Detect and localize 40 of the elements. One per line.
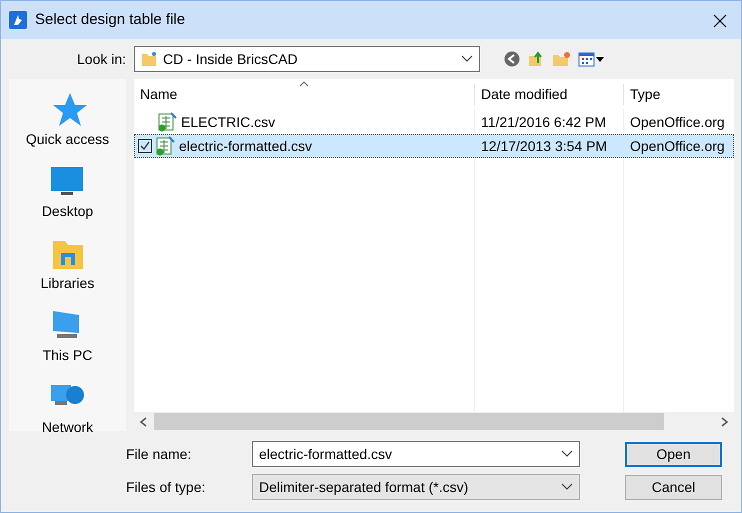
file-row[interactable]: ELECTRIC.csv 11/21/2016 6:42 PM OpenOffice.org bbox=[134, 110, 734, 134]
column-header[interactable]: Date modified bbox=[474, 84, 623, 105]
caret-icon bbox=[561, 450, 573, 458]
column-header[interactable]: Type bbox=[623, 84, 734, 105]
open-button[interactable]: Open bbox=[625, 442, 722, 466]
date-cell-text: 11/21/2016 6:42 PM bbox=[480, 112, 608, 132]
sidebar-item[interactable]: Desktop bbox=[42, 163, 94, 222]
type-cell-text: OpenOffice.org bbox=[629, 136, 726, 156]
close-icon bbox=[713, 14, 727, 28]
folder-icon bbox=[141, 51, 158, 67]
up-folder-icon[interactable] bbox=[528, 51, 544, 67]
window-title: Select design table file bbox=[35, 10, 186, 30]
file-name-field[interactable]: electric-formatted.csv bbox=[252, 441, 580, 467]
caret-icon bbox=[561, 483, 573, 491]
cancel-button[interactable]: Cancel bbox=[625, 474, 722, 500]
sidebar-item[interactable]: Libraries bbox=[40, 235, 94, 294]
file-type-label: Files of type: bbox=[126, 478, 206, 497]
sidebar-item[interactable]: Quick access bbox=[26, 91, 110, 150]
sidebar-item[interactable]: Network bbox=[42, 379, 94, 438]
checkbox[interactable] bbox=[138, 139, 152, 153]
date-cell-text: 12/17/2013 3:54 PM bbox=[480, 136, 608, 156]
column-header[interactable]: Name bbox=[134, 84, 474, 105]
look-in-label: Look in: bbox=[77, 50, 126, 68]
new-folder-icon[interactable] bbox=[552, 51, 570, 67]
back-icon[interactable] bbox=[504, 51, 520, 67]
spreadsheet-icon bbox=[157, 112, 177, 132]
file-row[interactable]: electric-formatted.csv 12/17/2013 3:54 PM OpenOffice.org bbox=[134, 134, 734, 158]
file-name: ELECTRIC.csv bbox=[181, 112, 276, 132]
scrollbar-thumb[interactable] bbox=[154, 413, 664, 430]
sidebar-item[interactable]: This PC bbox=[42, 307, 92, 366]
app-icon bbox=[9, 11, 27, 29]
file-type-dropdown[interactable]: Delimiter-separated format (*.csv) bbox=[252, 474, 580, 500]
file-name-label: File name: bbox=[126, 444, 192, 464]
caret-icon bbox=[461, 55, 474, 63]
view-menu-icon[interactable] bbox=[578, 51, 604, 67]
look-in-dropdown[interactable]: CD - Inside BricsCAD bbox=[134, 46, 480, 72]
type-cell-text: OpenOffice.org bbox=[629, 112, 726, 132]
file-name: electric-formatted.csv bbox=[179, 136, 312, 156]
check-icon bbox=[140, 141, 150, 151]
spreadsheet-icon bbox=[155, 136, 175, 156]
